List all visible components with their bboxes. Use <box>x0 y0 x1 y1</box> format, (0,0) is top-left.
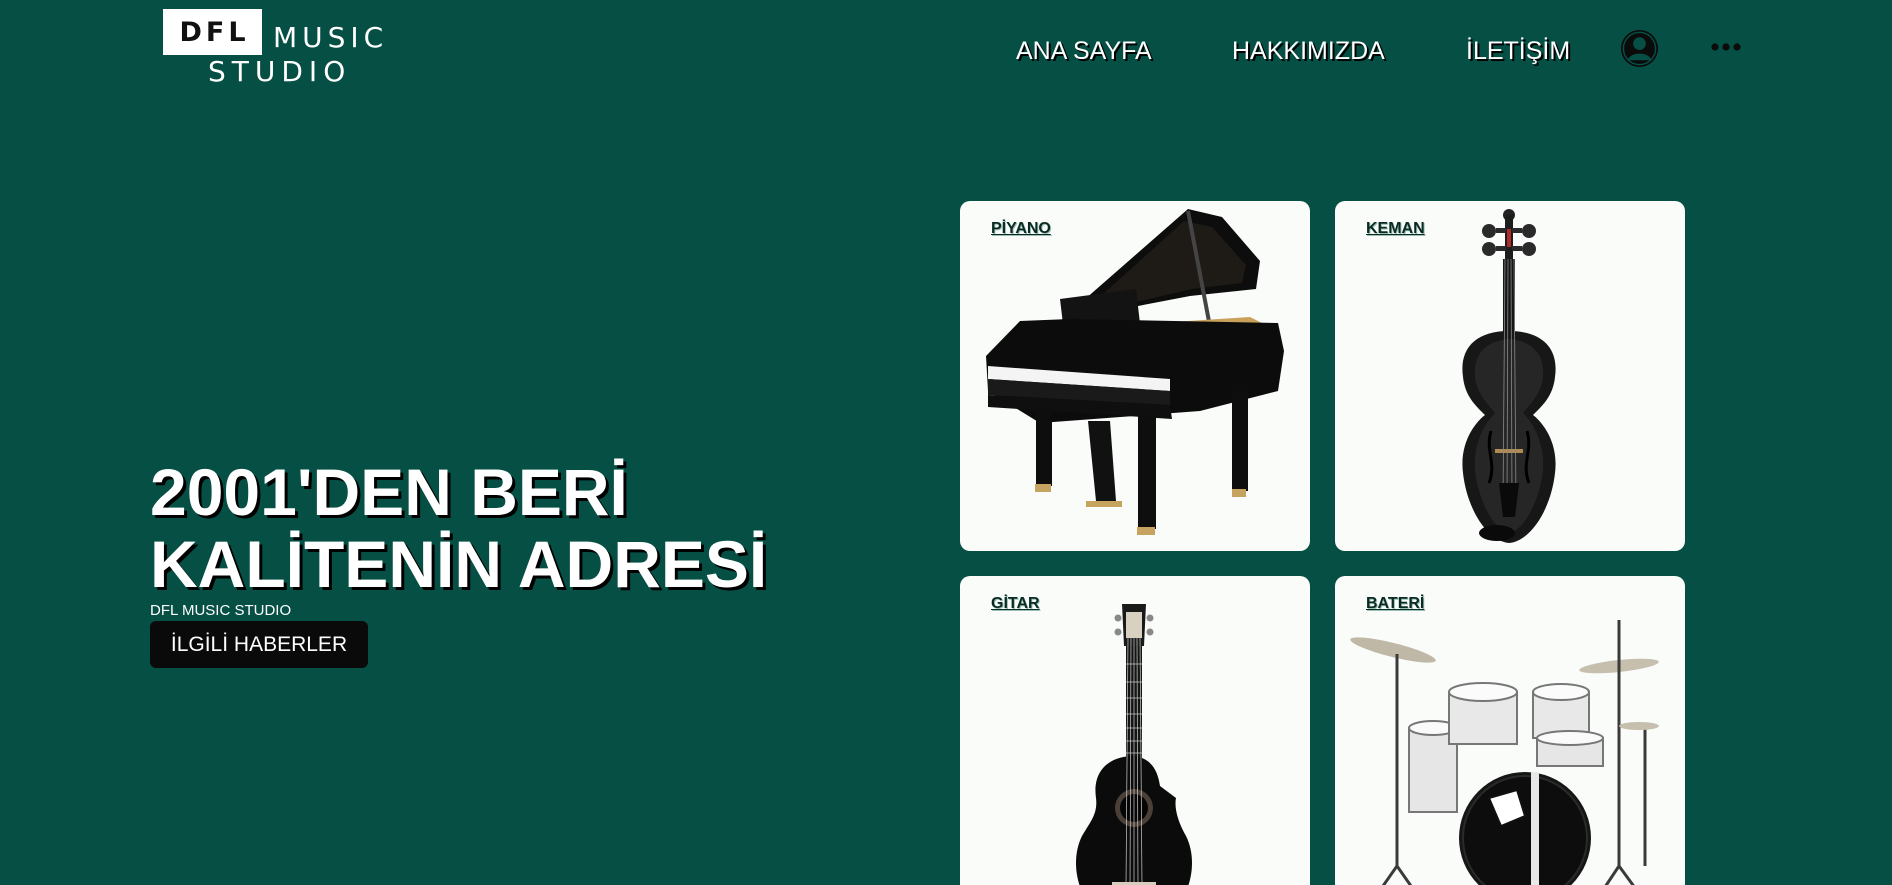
hero-subtitle: DFL MUSIC STUDIO <box>150 602 292 619</box>
nav-home-link[interactable]: ANA SAYFA <box>1016 37 1152 66</box>
instrument-card-guitar[interactable]: GİTAR <box>960 576 1310 885</box>
card-label-violin[interactable]: KEMAN <box>1366 220 1425 238</box>
instrument-card-drums[interactable]: BATERİ <box>1335 576 1685 885</box>
instrument-card-piano[interactable]: PİYANO <box>960 201 1310 551</box>
related-news-button[interactable]: İLGİLİ HABERLER <box>150 621 368 668</box>
nav-contact-link[interactable]: İLETİŞİM <box>1466 37 1570 66</box>
guitar-image <box>1076 604 1192 885</box>
hero-title: 2001'DEN BERİ KALİTENİN ADRESİ <box>150 456 767 600</box>
logo-music-text: MUSIC <box>273 21 389 54</box>
hero-title-line-1: 2001'DEN BERİ <box>150 455 628 529</box>
logo[interactable]: DFL MUSIC STUDIO <box>163 9 389 88</box>
card-label-drums[interactable]: BATERİ <box>1366 595 1424 613</box>
more-horizontal-icon[interactable] <box>1711 42 1741 52</box>
violin-image <box>1462 209 1556 543</box>
instrument-card-violin[interactable]: KEMAN <box>1335 201 1685 551</box>
grand-piano-image <box>986 209 1284 535</box>
user-account-icon[interactable] <box>1620 29 1659 68</box>
card-label-guitar[interactable]: GİTAR <box>991 595 1040 613</box>
card-label-piano[interactable]: PİYANO <box>991 220 1051 238</box>
logo-studio-text: STUDIO <box>208 55 352 88</box>
logo-dfl-text: DFL <box>179 16 250 48</box>
logo-box: DFL <box>163 9 262 55</box>
nav-about-link[interactable]: HAKKIMIZDA <box>1232 37 1385 66</box>
drum-kit-image <box>1350 620 1659 885</box>
hero-title-line-2: KALİTENİN ADRESİ <box>150 527 768 601</box>
